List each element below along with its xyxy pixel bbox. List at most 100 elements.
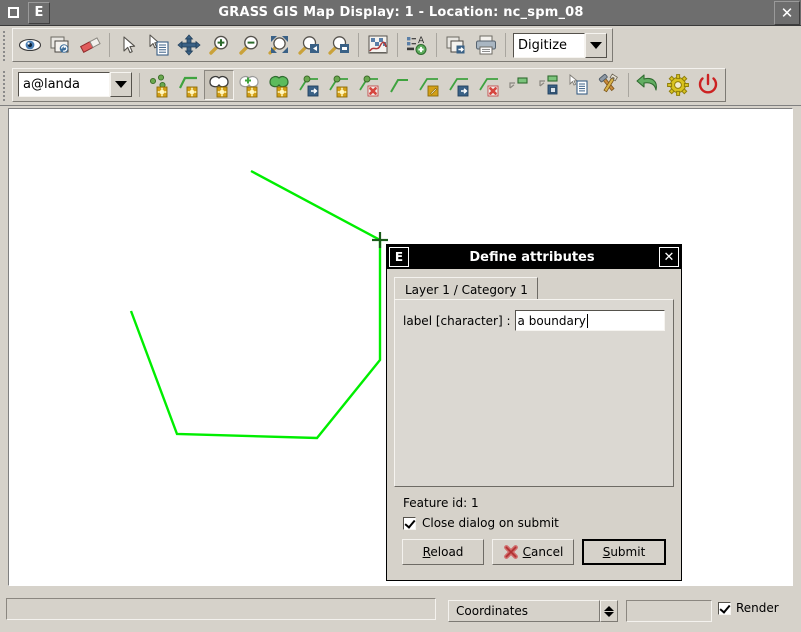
vector-layer-combo[interactable]: a@landa (18, 72, 132, 97)
vector-layer-value[interactable]: a@landa (18, 72, 110, 97)
cancel-button[interactable]: Cancel (492, 539, 574, 565)
copy-categories-button[interactable] (504, 70, 534, 100)
zoom-menu-button[interactable] (324, 30, 354, 60)
reload-label: Reload (422, 545, 464, 559)
digitize-new-line-icon (176, 72, 202, 98)
print-map-button[interactable] (471, 30, 501, 60)
quit-digitizer-button[interactable] (693, 70, 723, 100)
zoom-extent-button[interactable] (264, 30, 294, 60)
toolbar-separator (505, 33, 506, 57)
reload-button[interactable]: Reload (402, 539, 484, 565)
toolbar-separator (109, 33, 110, 57)
undo-button[interactable] (633, 70, 663, 100)
chevron-down-icon (604, 611, 614, 617)
delete-feature-button[interactable] (474, 70, 504, 100)
add-map-elements-button[interactable]: A (402, 30, 432, 60)
toolbar-separator (436, 33, 437, 57)
attribute-label-input[interactable]: a boundary (514, 310, 665, 331)
dialog-body: Layer 1 / Category 1 label [character] :… (387, 269, 681, 565)
query-raster-vector-icon (147, 34, 171, 56)
dialog-title: Define attributes (469, 249, 595, 265)
display-attributes-button[interactable] (564, 70, 594, 100)
pointer-icon (117, 34, 141, 56)
display-map-button[interactable] (15, 30, 45, 60)
chevron-up-icon (604, 605, 614, 611)
duplicate-attributes-button[interactable] (534, 70, 564, 100)
move-vertex-button[interactable] (294, 70, 324, 100)
digitize-new-area-icon (266, 72, 292, 98)
digitize-new-boundary-button[interactable] (204, 69, 234, 100)
dialog-tabstrip: Layer 1 / Category 1 (394, 277, 674, 299)
digitize-new-area-button[interactable] (264, 70, 294, 100)
pointer-button[interactable] (114, 30, 144, 60)
remove-vertex-button[interactable] (354, 70, 384, 100)
display-attributes-icon (566, 72, 592, 98)
pan-button[interactable] (174, 30, 204, 60)
chevron-down-icon (115, 81, 127, 88)
dialog-titlebar: E Define attributes ✕ (387, 245, 681, 269)
power-icon (695, 73, 721, 97)
add-vertex-button[interactable] (324, 70, 354, 100)
display-map-icon (18, 34, 42, 56)
save-display-button[interactable] (441, 30, 471, 60)
move-feature-button[interactable] (444, 70, 474, 100)
erase-display-button[interactable] (75, 30, 105, 60)
map-display-toolbar-inner: A Digitize (12, 28, 613, 62)
vector-layer-arrow[interactable] (110, 72, 132, 97)
status-coordinates-combo[interactable]: Coordinates (448, 600, 618, 622)
move-vertex-icon (296, 72, 322, 98)
render-checkbox[interactable]: Render (718, 601, 779, 615)
query-raster-vector-button[interactable] (144, 30, 174, 60)
titlebar-spacer (752, 0, 774, 25)
additional-tools-button[interactable] (594, 70, 624, 100)
render-map-button[interactable] (45, 30, 75, 60)
copy-categories-icon (506, 72, 532, 98)
toolbar-drag-grip[interactable] (1, 29, 10, 61)
dialog-button-row: Reload Cancel Submit (402, 539, 666, 565)
zoom-extent-icon (267, 34, 291, 56)
status-coordinates-value[interactable]: Coordinates (448, 600, 600, 622)
dialog-close-button[interactable]: ✕ (659, 247, 679, 267)
split-line-icon (386, 72, 412, 98)
digitizer-toolbar-drag-grip[interactable] (1, 68, 10, 101)
feature-id-label: Feature id: 1 (403, 496, 479, 510)
tab-layer1-category1[interactable]: Layer 1 / Category 1 (394, 277, 538, 299)
gear-icon (665, 73, 691, 97)
close-on-submit-checkbox[interactable]: Close dialog on submit (403, 516, 674, 530)
map-display-mode-arrow[interactable] (585, 32, 607, 58)
attribute-field-label: label [character] : (403, 313, 511, 328)
dialog-app-badge: E (389, 247, 409, 267)
digitize-new-centroid-icon (236, 72, 262, 98)
analyze-map-button[interactable] (363, 30, 393, 60)
submit-button[interactable]: Submit (582, 539, 666, 565)
digitizer-toolbar: a@landa (0, 64, 801, 106)
digitize-new-point-button[interactable] (144, 70, 174, 100)
split-line-button[interactable] (384, 70, 414, 100)
digitize-new-centroid-button[interactable] (234, 70, 264, 100)
remove-vertex-icon (356, 72, 382, 98)
map-display-mode-value[interactable]: Digitize (513, 32, 585, 58)
window-title: GRASS GIS Map Display: 1 - Location: nc_… (218, 5, 584, 20)
window-titlebar: E GRASS GIS Map Display: 1 - Location: n… (0, 0, 801, 26)
chevron-down-icon (590, 41, 602, 49)
add-vertex-icon (326, 72, 352, 98)
window-close-button[interactable]: ✕ (774, 0, 800, 25)
zoom-out-button[interactable] (234, 30, 264, 60)
zoom-back-button[interactable] (294, 30, 324, 60)
toolbar-separator (628, 72, 629, 97)
zoom-in-button[interactable] (204, 30, 234, 60)
window-menu-button[interactable] (1, 0, 25, 25)
digitizer-toolbar-inner: a@landa (12, 67, 726, 102)
toolbar-separator (139, 72, 140, 97)
edit-line-button[interactable] (414, 70, 444, 100)
save-display-icon (444, 34, 468, 56)
digitized-boundary-feature (129, 169, 382, 440)
digitize-new-point-icon (146, 72, 172, 98)
digitization-settings-button[interactable] (663, 70, 693, 100)
status-coordinates-spinner[interactable] (600, 600, 618, 622)
render-label: Render (736, 601, 779, 615)
digitize-new-line-button[interactable] (174, 70, 204, 100)
digitize-new-boundary-icon (206, 72, 232, 98)
delete-feature-icon (476, 72, 502, 98)
map-display-mode-combo[interactable]: Digitize (513, 32, 607, 58)
